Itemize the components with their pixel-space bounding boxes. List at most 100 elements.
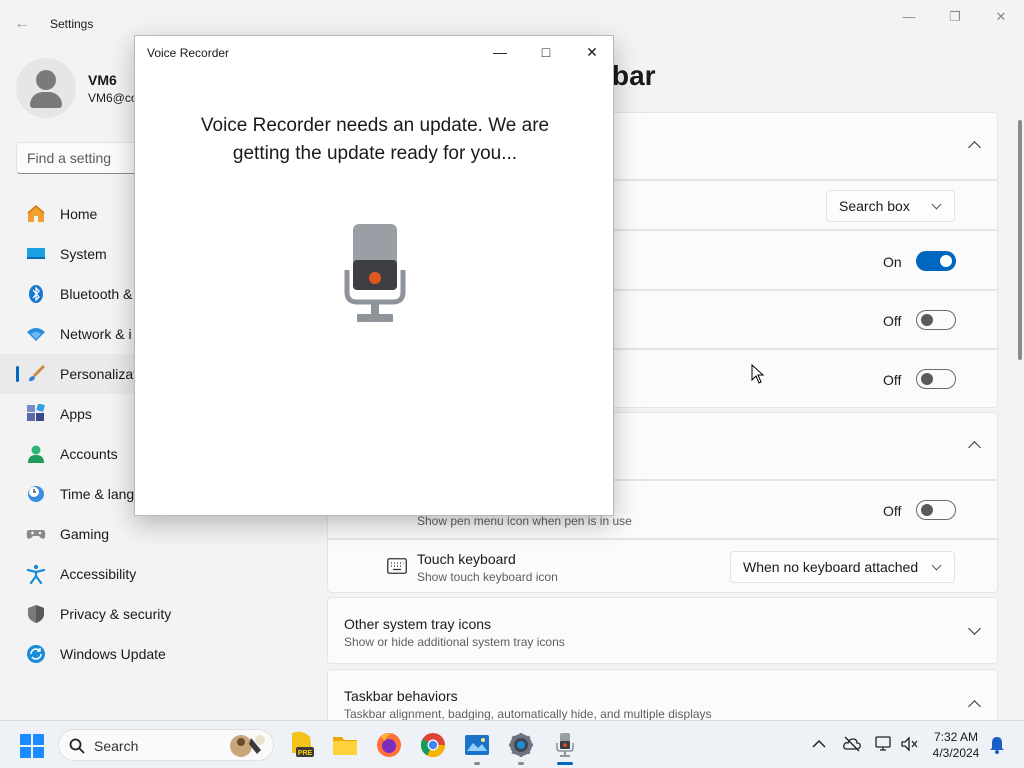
toggle-state-label: Off: [883, 372, 902, 388]
pre-app-icon[interactable]: PRE: [288, 731, 316, 759]
sidebar-item-gaming[interactable]: Gaming: [0, 514, 330, 554]
restore-button[interactable]: ❐: [932, 8, 978, 26]
onedrive-offline-icon[interactable]: [843, 736, 861, 752]
close-button[interactable]: ✕: [978, 8, 1024, 26]
touch-keyboard-row: Touch keyboard Show touch keyboard icon …: [327, 539, 998, 593]
shield-icon: [28, 605, 44, 623]
accounts-icon: [28, 445, 44, 463]
sidebar-item-label: Gaming: [60, 526, 110, 542]
firefox-icon[interactable]: [375, 731, 403, 759]
start-icon[interactable]: [20, 734, 44, 758]
update-icon: [27, 645, 45, 663]
active-app-indicator: [557, 762, 573, 765]
minimize-button[interactable]: —: [886, 8, 932, 26]
pen-menu-subtitle: Show pen menu icon when pen is in use: [417, 514, 632, 528]
notification-bell-icon[interactable]: [989, 736, 1005, 754]
toggle-switch-1[interactable]: [916, 251, 956, 271]
touch-keyboard-subtitle: Show touch keyboard icon: [417, 570, 558, 584]
keyboard-icon: [387, 558, 407, 574]
avatar: [16, 58, 76, 118]
update-message: Voice Recorder needs an update. We are g…: [200, 115, 550, 164]
paintbrush-icon: [29, 364, 46, 382]
gamepad-icon: [26, 530, 46, 539]
home-icon: [27, 205, 45, 222]
other-tray-subtitle: Show or hide additional system tray icon…: [344, 635, 565, 649]
settings-window-title: Settings: [50, 17, 94, 31]
show-hidden-icons-chevron-icon[interactable]: [812, 739, 826, 749]
touch-keyboard-title: Touch keyboard: [417, 551, 516, 567]
accessibility-icon: [26, 564, 46, 584]
image-viewer-icon[interactable]: [463, 731, 491, 759]
wifi-icon: [27, 328, 45, 341]
sidebar-item-label: Personalizat: [60, 366, 138, 382]
chevron-down-icon: [931, 199, 942, 210]
toggle-state-label: Off: [883, 313, 902, 329]
system-icon: [27, 248, 45, 259]
sidebar-item-label: Home: [60, 206, 98, 222]
sidebar-item-label: Time & lang: [60, 486, 135, 502]
search-icon: [69, 738, 85, 754]
page-title: bar: [612, 60, 656, 91]
chevron-down-icon[interactable]: [968, 622, 981, 636]
volume-muted-icon[interactable]: [901, 736, 919, 752]
search-mode-dropdown[interactable]: Search box: [826, 190, 955, 222]
other-tray-title: Other system tray icons: [344, 616, 492, 632]
minimize-button[interactable]: —: [477, 41, 523, 63]
close-button[interactable]: ✕: [569, 41, 615, 63]
apps-icon: [27, 404, 45, 421]
profile-name: VM6: [88, 72, 117, 88]
back-arrow-icon[interactable]: ←: [14, 15, 32, 33]
tray-clock[interactable]: 7:32 AM 4/3/2024: [926, 729, 986, 761]
taskbar-behaviors-title: Taskbar behaviors: [344, 688, 458, 704]
running-indicator: [518, 762, 524, 765]
dropdown-value: When no keyboard attached: [743, 559, 919, 575]
sidebar-item-windows-update[interactable]: Windows Update: [0, 634, 330, 674]
microphone-icon: [344, 224, 406, 322]
chevron-up-icon[interactable]: [968, 441, 981, 455]
selection-indicator: [16, 366, 19, 382]
chevron-up-icon[interactable]: [968, 141, 981, 155]
chevron-down-icon: [931, 560, 942, 571]
user-profile[interactable]: VM6 VM6@co: [16, 58, 138, 118]
clock-time: 7:32 AM: [933, 730, 979, 744]
voice-recorder-window: Voice Recorder — □ ✕ Voice Recorder need…: [134, 35, 614, 516]
clock-globe-icon: [28, 486, 44, 502]
running-indicator: [474, 762, 480, 765]
network-icon[interactable]: [875, 736, 893, 752]
file-explorer-icon[interactable]: [331, 731, 359, 759]
widgets-icon: [230, 735, 265, 757]
dropdown-value: Search box: [839, 198, 910, 214]
taskbar-search-box[interactable]: Search: [58, 729, 274, 761]
settings-icon[interactable]: [507, 731, 535, 759]
taskbar-search-label: Search: [94, 738, 139, 754]
sidebar-item-label: Privacy & security: [60, 606, 172, 622]
scrollbar[interactable]: [1018, 120, 1022, 360]
sidebar-item-accessibility[interactable]: Accessibility: [0, 554, 330, 594]
sidebar-item-label: Bluetooth &: [60, 286, 133, 302]
sidebar-item-label: Accessibility: [60, 566, 137, 582]
svg-text:PRE: PRE: [298, 750, 313, 757]
profile-email: VM6@co: [88, 91, 138, 105]
windows-taskbar: Search PRE 7:32 AM 4/3/2024: [0, 720, 1024, 768]
voice-recorder-title: Voice Recorder: [147, 46, 230, 60]
chrome-icon[interactable]: [419, 731, 447, 759]
pen-menu-toggle[interactable]: [916, 500, 956, 520]
touch-keyboard-dropdown[interactable]: When no keyboard attached: [730, 551, 955, 583]
sidebar-item-label: Accounts: [60, 446, 118, 462]
toggle-switch-2[interactable]: [916, 310, 956, 330]
sidebar-item-label: System: [60, 246, 107, 262]
maximize-button[interactable]: □: [523, 41, 569, 63]
toggle-state-label: Off: [883, 503, 902, 519]
clock-date: 4/3/2024: [932, 746, 980, 760]
sidebar-item-label: Windows Update: [60, 646, 166, 662]
toggle-state-label: On: [883, 254, 902, 270]
other-system-tray-icons-card[interactable]: Other system tray icons Show or hide add…: [327, 597, 998, 664]
chevron-up-icon[interactable]: [968, 700, 981, 714]
sidebar-item-label: Network & i: [60, 326, 132, 342]
mouse-cursor-icon: [751, 364, 765, 384]
sidebar-item-privacy[interactable]: Privacy & security: [0, 594, 330, 634]
toggle-switch-3[interactable]: [916, 369, 956, 389]
bluetooth-icon: [29, 285, 43, 303]
sidebar-item-label: Apps: [60, 406, 92, 422]
voice-recorder-icon[interactable]: [551, 731, 579, 759]
